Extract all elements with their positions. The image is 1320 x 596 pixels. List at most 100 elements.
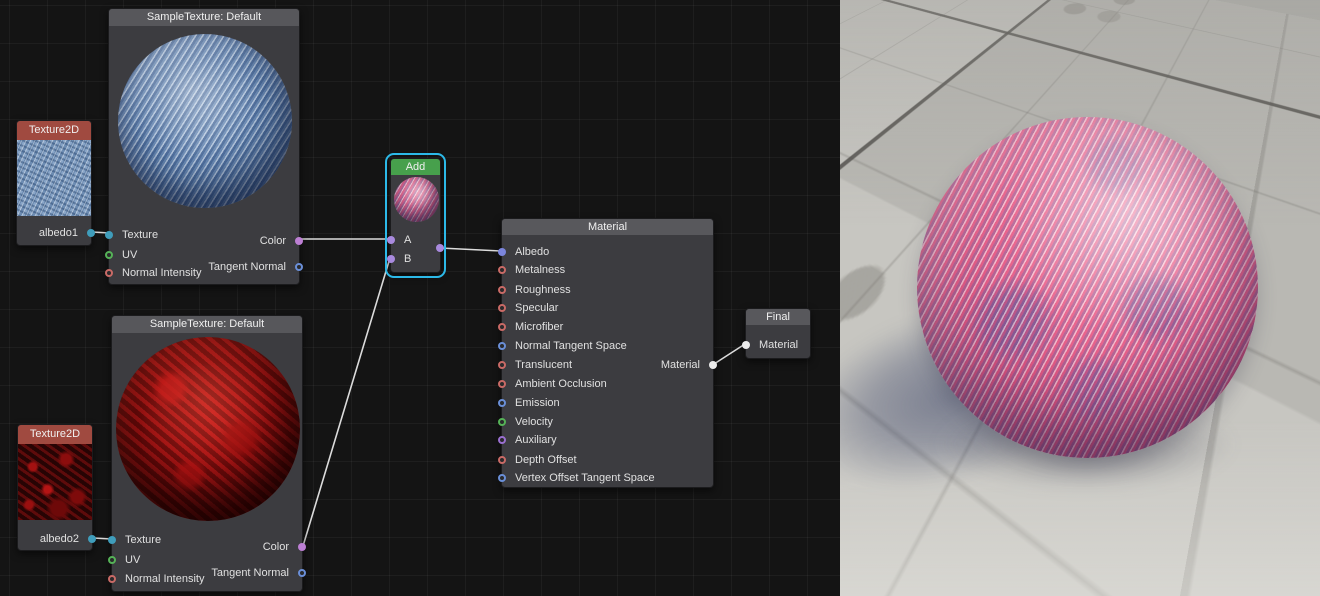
albedo-input-port[interactable]	[498, 248, 506, 256]
port-label: Albedo	[515, 245, 549, 259]
port-label: Depth Offset	[515, 453, 577, 467]
port-row-roughness: Roughness	[502, 283, 713, 297]
port-label: Material	[759, 338, 798, 352]
wire-material-to-final[interactable]	[714, 344, 745, 364]
port-row-emission: Emission	[502, 396, 713, 410]
albedo1-output-port[interactable]	[87, 229, 95, 237]
port-row-ambient-occlusion: Ambient Occlusion	[502, 377, 713, 391]
port-row-metalness: Metalness	[502, 263, 713, 277]
translucent-input-port[interactable]	[498, 361, 506, 369]
port-row-velocity: Velocity	[502, 415, 713, 429]
ambient-occlusion-input-port[interactable]	[498, 380, 506, 388]
normal-tangent-space-input-port[interactable]	[498, 342, 506, 350]
port-label: Specular	[515, 301, 558, 315]
vertex-offset-tangent-space-input-port[interactable]	[498, 474, 506, 482]
port-label: albedo2	[40, 532, 79, 546]
node-title: Texture2D	[29, 124, 79, 136]
port-label: albedo1	[39, 226, 78, 240]
port-row-normal-tangent-space: Normal Tangent Space	[502, 339, 713, 353]
denim-texture-thumbnail	[17, 140, 91, 216]
rendered-material-sphere	[917, 117, 1258, 458]
port-label: Metalness	[515, 263, 565, 277]
node-sampletexture-1[interactable]: SampleTexture: Default Texture UV Normal…	[108, 8, 300, 285]
port-row-albedo: Albedo	[502, 245, 713, 259]
node-header-final[interactable]: Final	[746, 309, 810, 325]
b-input-port[interactable]	[387, 255, 395, 263]
node-add[interactable]: Add A B	[390, 158, 441, 273]
node-texture2d-1[interactable]: Texture2D albedo1	[16, 120, 92, 246]
port-row-color: Color	[109, 234, 299, 248]
node-header-sampletexture-1[interactable]: SampleTexture: Default	[109, 9, 299, 26]
port-label: A	[404, 233, 411, 247]
port-row-albedo1: albedo1	[17, 226, 91, 240]
port-label: Ambient Occlusion	[515, 377, 607, 391]
node-title: Final	[766, 311, 790, 323]
color-output-port[interactable]	[295, 237, 303, 245]
wire-add-to-material-albedo[interactable]	[440, 248, 501, 251]
port-label: UV	[125, 553, 140, 567]
port-label: Velocity	[515, 415, 553, 429]
albedo2-output-port[interactable]	[88, 535, 96, 543]
port-label: Microfiber	[515, 320, 563, 334]
3d-preview-viewport[interactable]	[840, 0, 1320, 596]
auxiliary-input-port[interactable]	[498, 436, 506, 444]
port-row-a: A	[391, 233, 440, 247]
node-material[interactable]: Material Albedo Metalness Roughness Spec…	[501, 218, 714, 488]
specular-input-port[interactable]	[498, 304, 506, 312]
color-output-port[interactable]	[298, 543, 306, 551]
node-header-sampletexture-2[interactable]: SampleTexture: Default	[112, 316, 302, 333]
node-header-texture2d-2[interactable]: Texture2D	[18, 425, 92, 444]
node-title: Material	[588, 221, 627, 233]
node-title: Texture2D	[30, 428, 80, 440]
node-graph-canvas[interactable]: SampleTexture: Default Texture UV Normal…	[0, 0, 840, 596]
port-row-tangent-normal: Tangent Normal	[112, 566, 302, 580]
port-label: Vertex Offset Tangent Space	[515, 471, 655, 485]
normal-intensity-input-port[interactable]	[108, 575, 116, 583]
node-header-material[interactable]: Material	[502, 219, 713, 235]
material-editor-window: SampleTexture: Default Texture UV Normal…	[0, 0, 1320, 596]
node-final[interactable]: Final Material	[745, 308, 811, 359]
normal-intensity-input-port[interactable]	[105, 269, 113, 277]
wire-sample2-color-to-add-b[interactable]	[303, 258, 390, 546]
material-output-port[interactable]	[709, 361, 717, 369]
red-sphere-preview	[116, 337, 300, 521]
uv-input-port[interactable]	[105, 251, 113, 259]
port-row-b: B	[391, 252, 440, 266]
port-label: Emission	[515, 396, 560, 410]
a-input-port[interactable]	[387, 236, 395, 244]
depth-offset-input-port[interactable]	[498, 456, 506, 464]
velocity-input-port[interactable]	[498, 418, 506, 426]
uv-input-port[interactable]	[108, 556, 116, 564]
node-sampletexture-2[interactable]: SampleTexture: Default Texture UV Normal…	[111, 315, 303, 592]
port-row-albedo2: albedo2	[18, 532, 92, 546]
tangent-normal-output-port[interactable]	[295, 263, 303, 271]
port-label: Tangent Normal	[211, 566, 289, 580]
tangent-normal-output-port[interactable]	[298, 569, 306, 577]
port-label: Color	[263, 540, 289, 554]
port-label: Material	[661, 358, 700, 372]
add-result-sphere-preview	[394, 177, 439, 222]
port-row-specular: Specular	[502, 301, 713, 315]
port-label: Tangent Normal	[208, 260, 286, 274]
final-material-input-port[interactable]	[742, 341, 750, 349]
port-row-final-material: Material	[746, 338, 810, 352]
node-header-add[interactable]: Add	[391, 159, 440, 175]
add-output-port[interactable]	[436, 244, 444, 252]
metalness-input-port[interactable]	[498, 266, 506, 274]
port-label: Auxiliary	[515, 433, 557, 447]
port-row-microfiber: Microfiber	[502, 320, 713, 334]
port-label: Roughness	[515, 283, 571, 297]
roughness-input-port[interactable]	[498, 286, 506, 294]
port-label: B	[404, 252, 411, 266]
texture-input-port[interactable]	[108, 536, 116, 544]
denim-sphere-preview	[118, 34, 292, 208]
port-row-vertex-offset-tangent-space: Vertex Offset Tangent Space	[502, 471, 713, 485]
emission-input-port[interactable]	[498, 399, 506, 407]
node-texture2d-2[interactable]: Texture2D albedo2	[17, 424, 93, 551]
texture-input-port[interactable]	[105, 231, 113, 239]
port-row-uv: UV	[112, 553, 302, 567]
port-label: Color	[260, 234, 286, 248]
port-row-depth-offset: Depth Offset	[502, 453, 713, 467]
microfiber-input-port[interactable]	[498, 323, 506, 331]
node-header-texture2d-1[interactable]: Texture2D	[17, 121, 91, 140]
